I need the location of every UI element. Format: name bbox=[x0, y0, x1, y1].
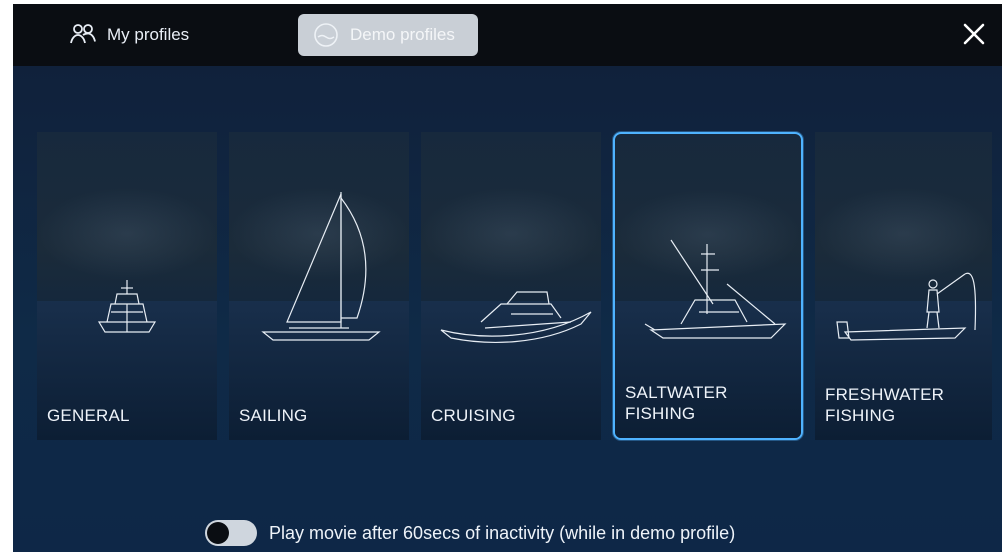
sportfisher-icon bbox=[644, 239, 787, 339]
demo-profile-icon bbox=[312, 21, 340, 49]
motor-yacht-icon bbox=[97, 280, 157, 333]
users-icon bbox=[69, 21, 97, 49]
tab-demo-profiles-label: Demo profiles bbox=[350, 25, 455, 44]
sailboat-icon bbox=[261, 192, 381, 341]
tab-my-profiles-label: My profiles bbox=[107, 25, 190, 44]
profile-card-label: SAILING bbox=[239, 406, 308, 425]
toggle-knob bbox=[207, 522, 229, 544]
profile-card-freshwater-fishing[interactable]: FRESHWATER FISHING bbox=[815, 132, 992, 440]
demo-movie-toggle-row: Play movie after 60secs of inactivity (w… bbox=[205, 516, 735, 550]
bass-boat-icon bbox=[836, 272, 977, 341]
profile-card-label: CRUISING bbox=[431, 406, 516, 425]
close-icon bbox=[963, 23, 985, 45]
profile-card-label: SALTWATER FISHING bbox=[625, 383, 728, 423]
tab-my-profiles[interactable]: My profiles bbox=[55, 14, 225, 56]
close-button[interactable] bbox=[956, 16, 992, 52]
play-movie-toggle[interactable] bbox=[205, 520, 257, 546]
profile-card-saltwater-fishing[interactable]: SALTWATER FISHING bbox=[613, 132, 803, 440]
profile-card-label: GENERAL bbox=[47, 406, 130, 425]
profile-card-label: FRESHWATER FISHING bbox=[825, 385, 945, 425]
tab-demo-profiles[interactable]: Demo profiles bbox=[298, 14, 478, 56]
profile-cards: GENERAL SAILING CRUISING SALTWATER FISHI… bbox=[37, 132, 992, 440]
top-bar: My profiles Demo profiles bbox=[13, 4, 1002, 66]
demo-profiles-dialog: My profiles Demo profiles GENERAL SAILIN… bbox=[13, 4, 1002, 552]
profile-card-cruising[interactable]: CRUISING bbox=[421, 132, 601, 440]
profile-card-general[interactable]: GENERAL bbox=[37, 132, 217, 440]
play-movie-toggle-label: Play movie after 60secs of inactivity (w… bbox=[269, 522, 736, 543]
profile-card-sailing[interactable]: SAILING bbox=[229, 132, 409, 440]
profiles-content: GENERAL SAILING CRUISING SALTWATER FISHI… bbox=[13, 66, 1002, 552]
cruiser-icon bbox=[440, 291, 592, 343]
